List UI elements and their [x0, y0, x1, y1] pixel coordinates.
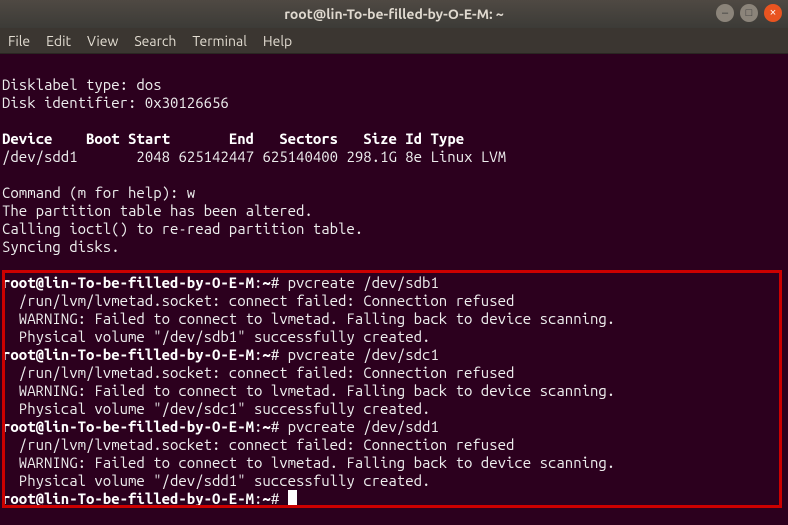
output-line: /run/lvm/lvmetad.socket: connect failed:…: [2, 436, 514, 453]
prompt-line: root@lin-To-be-filled-by-O-E-M:~# pvcrea…: [2, 346, 439, 363]
menu-terminal[interactable]: Terminal: [192, 33, 247, 49]
titlebar: root@lin-To-be-filled-by-O-E-M: ~ – □ ×: [0, 0, 788, 28]
terminal-output[interactable]: Disklabel type: dos Disk identifier: 0x3…: [0, 54, 788, 508]
output-line: Physical volume "/dev/sdb1" successfully…: [2, 328, 430, 345]
output-line: Command (m for help): w: [2, 184, 195, 201]
table-row: /dev/sdd1 2048 625142447 625140400 298.1…: [2, 148, 506, 165]
output-line: WARNING: Failed to connect to lvmetad. F…: [2, 310, 615, 327]
menu-file[interactable]: File: [8, 33, 30, 49]
menubar: File Edit View Search Terminal Help: [0, 28, 788, 54]
output-line: WARNING: Failed to connect to lvmetad. F…: [2, 382, 615, 399]
output-line: Syncing disks.: [2, 238, 120, 255]
output-line: Physical volume "/dev/sdd1" successfully…: [2, 472, 430, 489]
output-line: /run/lvm/lvmetad.socket: connect failed:…: [2, 292, 514, 309]
table-header: Device Boot Start End Sectors Size Id Ty…: [2, 130, 464, 147]
output-line: /run/lvm/lvmetad.socket: connect failed:…: [2, 364, 514, 381]
menu-view[interactable]: View: [87, 33, 118, 49]
menu-edit[interactable]: Edit: [46, 33, 71, 49]
close-icon[interactable]: ×: [764, 4, 782, 22]
output-line: Physical volume "/dev/sdc1" successfully…: [2, 400, 430, 417]
output-line: The partition table has been altered.: [2, 202, 313, 219]
window-buttons: – □ ×: [716, 4, 782, 22]
maximize-icon[interactable]: □: [740, 4, 758, 22]
window-title: root@lin-To-be-filled-by-O-E-M: ~: [0, 6, 788, 22]
menu-help[interactable]: Help: [263, 33, 292, 49]
output-line: WARNING: Failed to connect to lvmetad. F…: [2, 454, 615, 471]
prompt-line: root@lin-To-be-filled-by-O-E-M:~#: [2, 490, 297, 507]
minimize-icon[interactable]: –: [716, 4, 734, 22]
prompt-line: root@lin-To-be-filled-by-O-E-M:~# pvcrea…: [2, 418, 439, 435]
output-line: Calling ioctl() to re-read partition tab…: [2, 220, 363, 237]
cursor-icon: [288, 490, 297, 506]
menu-search[interactable]: Search: [134, 33, 176, 49]
output-line: Disklabel type: dos: [2, 76, 162, 93]
prompt-line: root@lin-To-be-filled-by-O-E-M:~# pvcrea…: [2, 274, 439, 291]
output-line: Disk identifier: 0x30126656: [2, 94, 229, 111]
